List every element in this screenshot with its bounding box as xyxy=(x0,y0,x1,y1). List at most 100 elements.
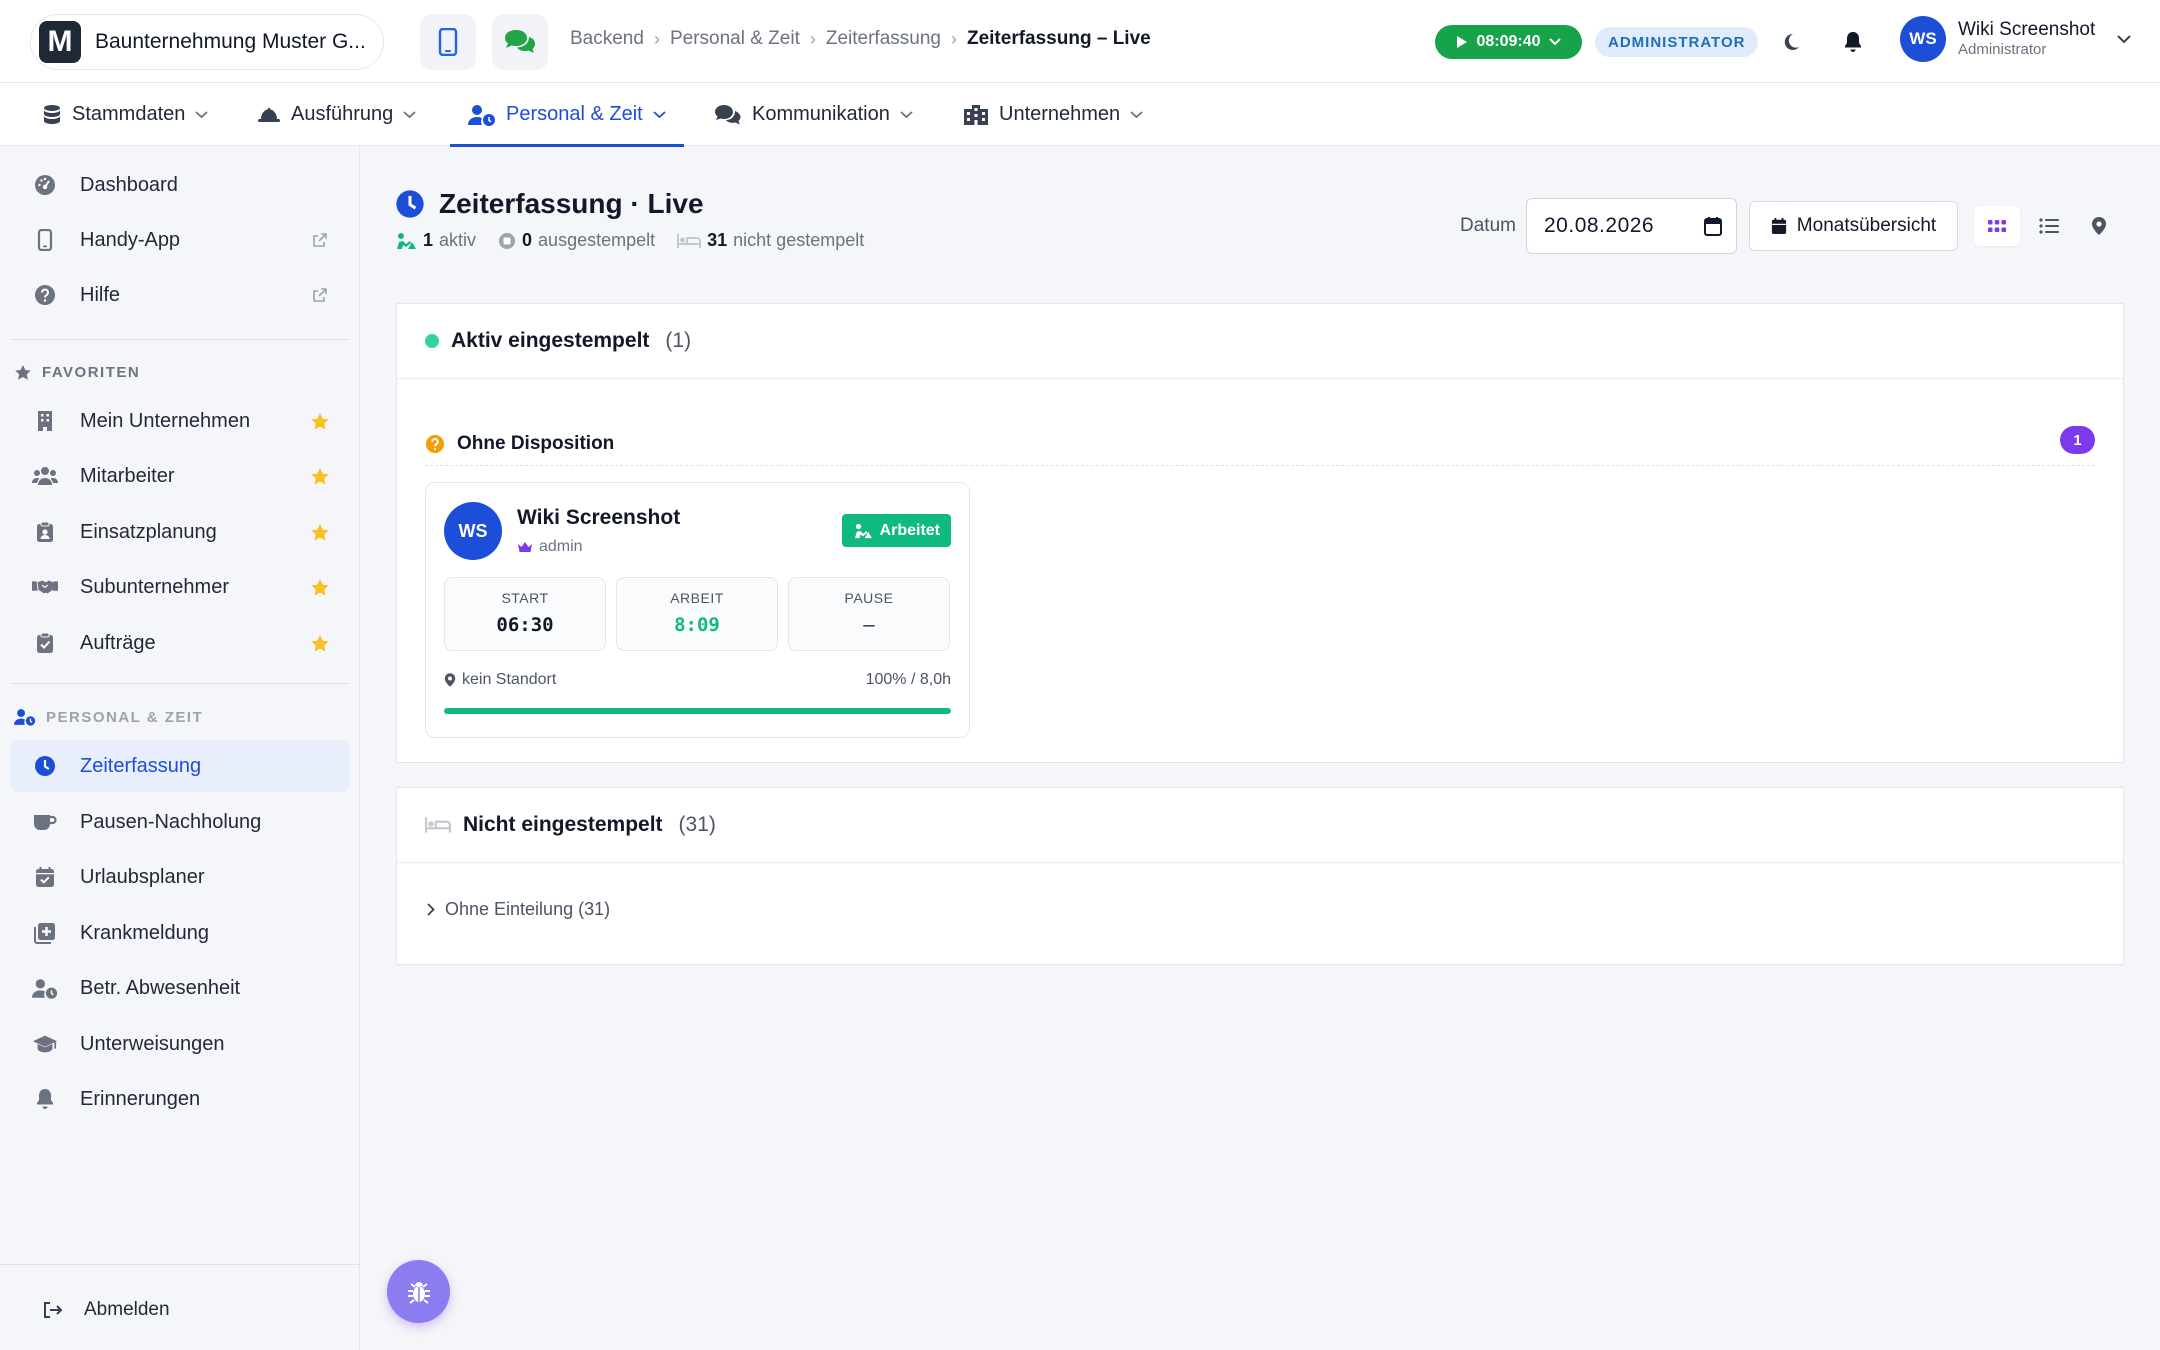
breadcrumb-backend[interactable]: Backend xyxy=(570,28,644,50)
status-badge: Arbeitet xyxy=(841,514,951,547)
sidebar-item-betr-abwesenheit[interactable]: Betr. Abwesenheit xyxy=(10,962,350,1014)
nav-stammdaten[interactable]: Stammdaten xyxy=(42,83,208,146)
sidebar-item-label: Erinnerungen xyxy=(80,1087,201,1110)
sidebar-item-mein-unternehmen[interactable]: Mein Unternehmen xyxy=(10,395,350,447)
sidebar-item-unterweisungen[interactable]: Unterweisungen xyxy=(10,1018,350,1070)
sidebar-item-dashboard[interactable]: Dashboard xyxy=(10,159,350,211)
date-input[interactable]: 20.08.2026 xyxy=(1526,198,1737,254)
bug-icon xyxy=(407,1281,430,1304)
inactive-card-count: (31) xyxy=(678,813,716,836)
coffee-icon xyxy=(34,815,57,830)
metric-value: 8:09 xyxy=(674,614,720,636)
nav-ausfuehrung[interactable]: Ausführung xyxy=(257,83,416,146)
mobile-icon xyxy=(37,229,53,251)
breadcrumb-current: Zeiterfassung – Live xyxy=(966,28,1151,49)
user-name: Wiki Screenshot xyxy=(1958,19,2096,41)
sidebar-item-label: Hilfe xyxy=(80,283,121,306)
chevron-right-icon: › xyxy=(653,28,660,49)
month-overview-button[interactable]: Monatsübersicht xyxy=(1749,201,1958,251)
date-label: Datum xyxy=(1460,215,1516,236)
metric-value: – xyxy=(863,614,875,636)
crown-icon xyxy=(518,542,532,552)
sidebar-item-label: Betr. Abwesenheit xyxy=(80,976,241,999)
employee-role: admin xyxy=(517,538,583,556)
sidebar-item-zeiterfassung[interactable]: Zeiterfassung xyxy=(10,740,350,792)
progress-bar xyxy=(444,708,951,714)
external-link-icon xyxy=(313,233,327,247)
chat-button[interactable] xyxy=(492,14,548,70)
sidebar-item-erinnerungen[interactable]: Erinnerungen xyxy=(10,1073,350,1125)
calendar-icon[interactable] xyxy=(1704,216,1722,236)
nav-unternehmen[interactable]: Unternehmen xyxy=(963,83,1143,146)
breadcrumb-zeiterfassung[interactable]: Zeiterfassung xyxy=(826,28,941,50)
external-link-icon xyxy=(313,288,327,302)
mobile-app-button[interactable] xyxy=(420,14,476,70)
view-grid-button[interactable] xyxy=(1974,206,2020,246)
question-icon xyxy=(425,434,445,453)
play-icon xyxy=(1457,36,1468,48)
metric-pause: PAUSE – xyxy=(788,577,950,651)
sidebar-item-hilfe[interactable]: Hilfe xyxy=(10,269,350,321)
sidebar-item-label: Mitarbeiter xyxy=(80,464,175,487)
sidebar-item-subunternehmer[interactable]: Subunternehmer xyxy=(10,561,350,613)
helmet-icon xyxy=(258,107,280,122)
location-label: kein Standort xyxy=(462,671,557,688)
page-stats: 1 aktiv 0 ausgestempelt 31 nicht gestemp… xyxy=(395,230,864,251)
breadcrumb-personal-zeit[interactable]: Personal & Zeit xyxy=(670,28,800,50)
star-icon[interactable] xyxy=(310,412,330,431)
group-count-badge: 1 xyxy=(2060,426,2095,454)
sidebar-item-label: Pausen-Nachholung xyxy=(80,810,262,833)
metric-value: 06:30 xyxy=(496,614,554,636)
view-list-button[interactable] xyxy=(2026,206,2072,246)
company-switcher[interactable]: M Baunternehmung Muster G... xyxy=(30,14,384,70)
chevron-down-icon xyxy=(403,110,416,118)
sidebar-item-auftraege[interactable]: Aufträge xyxy=(10,617,350,669)
personal-zeit-heading: PERSONAL & ZEIT xyxy=(14,708,203,726)
sidebar-item-mitarbeiter[interactable]: Mitarbeiter xyxy=(10,450,350,502)
inactive-card-title: Nicht eingestempelt xyxy=(463,813,663,836)
handshake-icon xyxy=(32,580,58,594)
favorites-title: FAVORITEN xyxy=(42,364,141,381)
active-card: Aktiv eingestempelt (1) Ohne Disposition… xyxy=(396,303,2124,763)
star-icon[interactable] xyxy=(310,634,330,653)
chevron-down-icon xyxy=(1548,38,1561,46)
sidebar-item-label: Handy-App xyxy=(80,228,181,251)
sidebar-item-handy-app[interactable]: Handy-App xyxy=(10,214,350,266)
star-icon[interactable] xyxy=(310,467,330,486)
nav-kommunikation[interactable]: Kommunikation xyxy=(714,83,913,146)
bug-report-button[interactable] xyxy=(387,1260,450,1323)
employee-card[interactable]: WS Wiki Screenshot admin Arbeitet START … xyxy=(425,482,970,738)
logout-label: Abmelden xyxy=(84,1299,170,1320)
users-icon xyxy=(32,467,58,485)
map-pin-icon xyxy=(2092,217,2106,235)
sidebar-item-einsatzplanung[interactable]: Einsatzplanung xyxy=(10,506,350,558)
user-menu[interactable]: WS Wiki Screenshot Administrator xyxy=(1900,16,2131,62)
notifications-button[interactable] xyxy=(1837,26,1869,58)
bed-icon xyxy=(677,233,702,248)
logout-button[interactable]: Abmelden xyxy=(42,1299,170,1321)
moon-icon xyxy=(1784,33,1799,50)
graduation-cap-icon xyxy=(32,1035,58,1053)
section-title: PERSONAL & ZEIT xyxy=(46,708,204,726)
sidebar-item-krankmeldung[interactable]: Krankmeldung xyxy=(10,907,350,959)
star-icon[interactable] xyxy=(310,578,330,597)
timer-button[interactable]: 08:09:40 xyxy=(1435,25,1582,59)
sidebar-item-pausen-nachholung[interactable]: Pausen-Nachholung xyxy=(10,796,350,848)
group-label: Ohne Einteilung (31) xyxy=(445,899,611,919)
dark-mode-toggle[interactable] xyxy=(1775,26,1807,58)
top-bar: M Baunternehmung Muster G... Backend › P… xyxy=(0,0,2160,83)
role-badge: ADMINISTRATOR xyxy=(1595,27,1759,57)
view-map-button[interactable] xyxy=(2076,206,2122,246)
sidebar-item-urlaubsplaner[interactable]: Urlaubsplaner xyxy=(10,851,350,903)
metric-label: PAUSE xyxy=(844,590,894,606)
company-name: Baunternehmung Muster G... xyxy=(95,30,366,53)
main-nav: Stammdaten Ausführung Personal & Zeit Ko… xyxy=(0,83,2160,147)
sidebar-divider xyxy=(10,683,350,684)
nav-personal-zeit[interactable]: Personal & Zeit xyxy=(450,83,684,147)
stat-out-count: 0 xyxy=(522,230,533,250)
star-icon[interactable] xyxy=(310,523,330,542)
group-ohne-einteilung-toggle[interactable]: Ohne Einteilung (31) xyxy=(427,899,610,920)
map-pin-icon xyxy=(444,673,456,687)
chevron-down-icon xyxy=(195,110,208,118)
stat-ausgestempelt: 0 ausgestempelt xyxy=(498,230,655,251)
